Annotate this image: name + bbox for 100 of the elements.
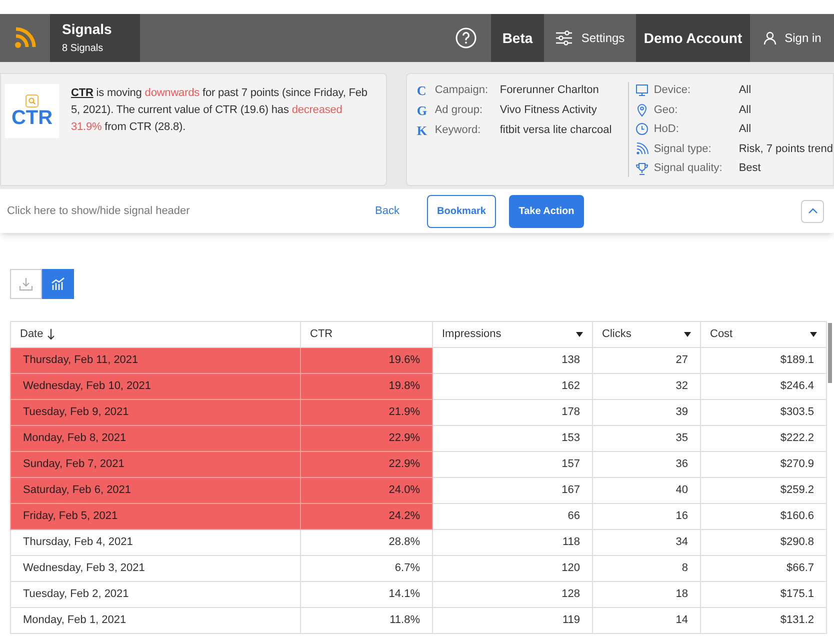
table-cell: 24.2% bbox=[300, 504, 432, 530]
table-cell: 27 bbox=[592, 348, 700, 374]
table-cell: $270.9 bbox=[700, 452, 826, 478]
ctr-logo: CTR bbox=[5, 84, 59, 138]
table-cell: 6.7% bbox=[300, 556, 432, 582]
column-header[interactable]: CTR bbox=[300, 322, 432, 348]
signal-icon bbox=[634, 142, 649, 156]
scrollbar[interactable] bbox=[828, 323, 832, 383]
sort-down-icon bbox=[47, 329, 56, 340]
signal-summary: CTR is moving downwards for past 7 points (since Friday, Feb 5, 2021). The current value of CTR (19.6) has decreased 31.9% from CTR (28.8). bbox=[71, 86, 368, 135]
table-cell: 11.8% bbox=[300, 608, 432, 634]
table-cell: 16 bbox=[592, 504, 700, 530]
detail-label: Signal quality: bbox=[654, 161, 724, 176]
letter-icon: K bbox=[416, 120, 431, 140]
beta-button[interactable]: Beta bbox=[491, 14, 544, 62]
column-header[interactable]: Clicks bbox=[592, 322, 700, 348]
chart-view-button[interactable] bbox=[42, 269, 74, 299]
table-cell: 19.8% bbox=[300, 374, 432, 400]
download-button[interactable] bbox=[10, 269, 42, 299]
table-cell: 39 bbox=[592, 400, 700, 426]
column-header[interactable]: Impressions bbox=[432, 322, 592, 348]
letter-icon: G bbox=[416, 100, 431, 120]
table-cell: 14.1% bbox=[300, 582, 432, 608]
table-cell: Monday, Feb 1, 2021 bbox=[10, 608, 300, 634]
table-cell: 157 bbox=[432, 452, 592, 478]
detail-label: Geo: bbox=[654, 102, 679, 118]
table-cell: $175.1 bbox=[700, 582, 826, 608]
detail-value: Vivo Fitness Activity bbox=[500, 103, 597, 118]
table-cell: 21.9% bbox=[300, 400, 432, 426]
detail-label: Device: bbox=[654, 83, 692, 98]
table-cell: 19.6% bbox=[300, 348, 432, 374]
table-cell: 8 bbox=[592, 556, 700, 582]
table-cell: 120 bbox=[432, 556, 592, 582]
table-cell: 162 bbox=[432, 374, 592, 400]
sign-in-button[interactable]: Sign in bbox=[750, 14, 834, 62]
table-cell: Saturday, Feb 6, 2021 bbox=[10, 478, 300, 504]
help-icon[interactable] bbox=[455, 27, 477, 49]
rss-icon bbox=[13, 26, 37, 50]
chevron-up-icon bbox=[808, 208, 818, 214]
column-header[interactable]: Date bbox=[10, 322, 300, 348]
table-cell: $189.1 bbox=[700, 348, 826, 374]
sliders-icon bbox=[555, 30, 574, 46]
table-cell: 153 bbox=[432, 426, 592, 452]
detail-value: All bbox=[738, 102, 752, 118]
table-cell: 128 bbox=[432, 582, 592, 608]
dropdown-caret-icon bbox=[684, 332, 691, 337]
table-cell: 167 bbox=[432, 478, 592, 504]
back-link[interactable]: Back bbox=[375, 202, 427, 220]
table-cell: 32 bbox=[592, 374, 700, 400]
user-icon bbox=[762, 31, 777, 45]
detail-value: Risk, 7 points trend bbox=[738, 142, 833, 157]
table-cell: $290.8 bbox=[700, 530, 826, 556]
collapse-button[interactable] bbox=[801, 200, 824, 222]
table-cell: $259.2 bbox=[700, 478, 826, 504]
bookmark-button[interactable]: Bookmark bbox=[427, 194, 496, 228]
detail-label: Campaign: bbox=[434, 83, 490, 98]
table-cell: 35 bbox=[592, 426, 700, 452]
table-cell: $131.2 bbox=[700, 608, 826, 634]
toggle-hint[interactable]: Click here to show/hide signal header bbox=[0, 202, 375, 220]
table-cell: 178 bbox=[432, 400, 592, 426]
table-cell: 22.9% bbox=[300, 426, 432, 452]
table-cell: 119 bbox=[432, 608, 592, 634]
detail-value: All bbox=[738, 122, 752, 138]
table-cell: Tuesday, Feb 9, 2021 bbox=[10, 400, 300, 426]
table-cell: $66.7 bbox=[700, 556, 826, 582]
table-cell: Tuesday, Feb 2, 2021 bbox=[10, 582, 300, 608]
monitor-icon bbox=[634, 83, 649, 98]
table-cell: Thursday, Feb 11, 2021 bbox=[10, 348, 300, 374]
detail-value: All bbox=[738, 83, 752, 98]
table-cell: 118 bbox=[432, 530, 592, 556]
table-cell: 40 bbox=[592, 478, 700, 504]
trophy-icon bbox=[634, 162, 649, 176]
table-cell: 138 bbox=[432, 348, 592, 374]
take-action-button[interactable]: Take Action bbox=[509, 194, 584, 228]
table-cell: 14 bbox=[592, 608, 700, 634]
detail-value: Forerunner Charlton bbox=[500, 83, 599, 98]
table-cell: 36 bbox=[592, 452, 700, 478]
table-cell: 66 bbox=[432, 504, 592, 530]
detail-value: Best bbox=[738, 161, 761, 176]
column-header[interactable]: Cost bbox=[700, 322, 826, 348]
table-cell: 28.8% bbox=[300, 530, 432, 556]
account-button[interactable]: Demo Account bbox=[636, 14, 750, 62]
detail-value: fitbit versa lite charcoal bbox=[500, 123, 612, 138]
download-icon bbox=[19, 277, 33, 291]
signal-count: 8 Signals bbox=[62, 42, 104, 55]
bar-chart-icon bbox=[51, 277, 65, 291]
table-cell: $303.5 bbox=[700, 400, 826, 426]
detail-label: Ad group: bbox=[434, 103, 484, 118]
page-title: Signals bbox=[62, 21, 113, 38]
table-cell: Sunday, Feb 7, 2021 bbox=[10, 452, 300, 478]
clock-icon bbox=[634, 122, 649, 136]
location-pin-icon bbox=[634, 102, 649, 117]
table-cell: $160.6 bbox=[700, 504, 826, 530]
table-cell: 22.9% bbox=[300, 452, 432, 478]
settings-button[interactable]: Settings bbox=[544, 14, 636, 62]
detail-label: Keyword: bbox=[434, 123, 482, 138]
table-cell: Friday, Feb 5, 2021 bbox=[10, 504, 300, 530]
table-cell: $246.4 bbox=[700, 374, 826, 400]
table-cell: 34 bbox=[592, 530, 700, 556]
table-cell: 24.0% bbox=[300, 478, 432, 504]
